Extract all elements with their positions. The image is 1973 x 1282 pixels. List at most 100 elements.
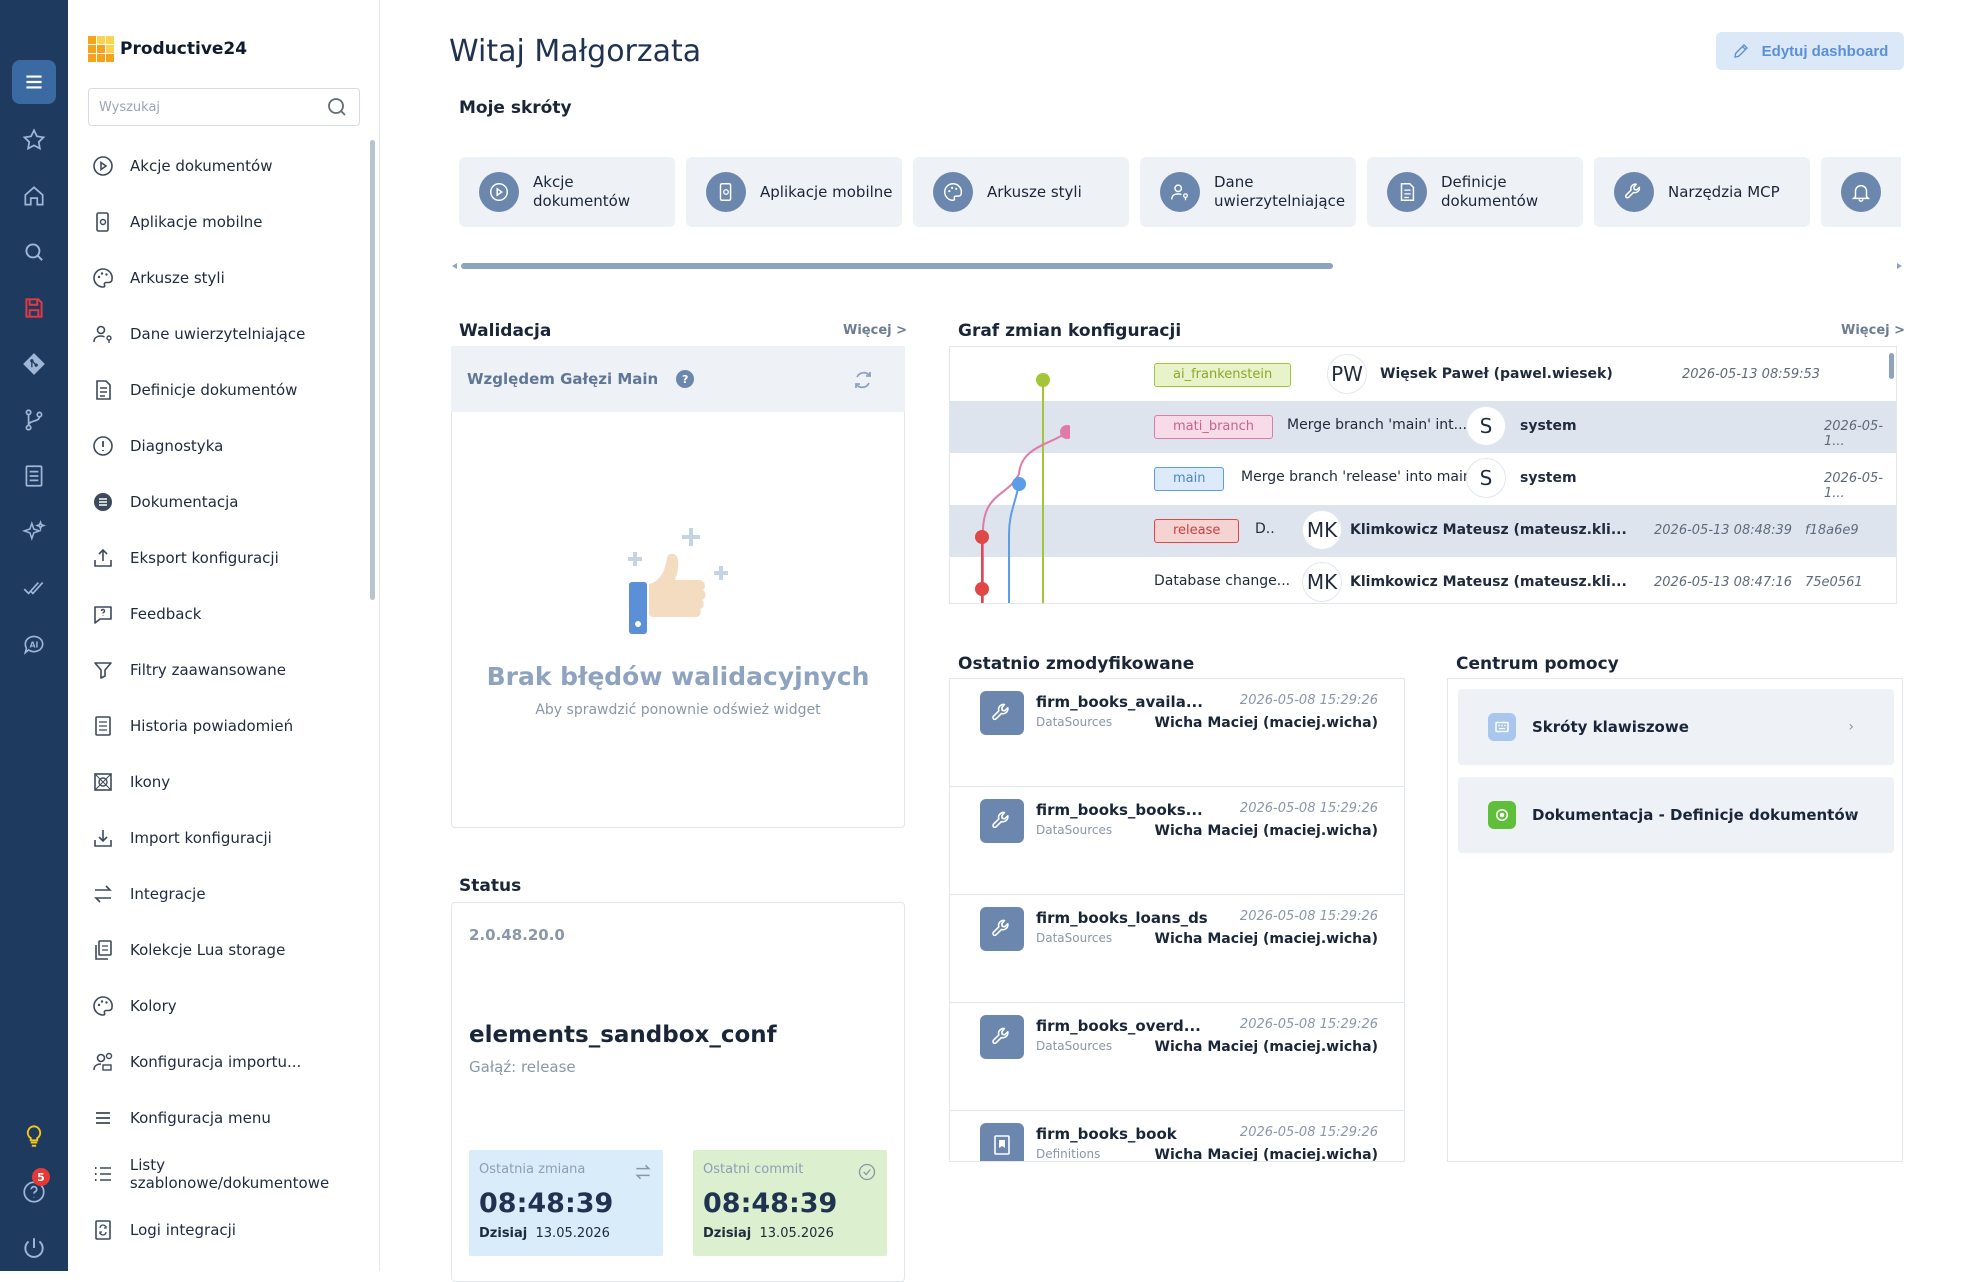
shortcut-tile[interactable]: Arkusze styli [913,157,1129,227]
branch-tag[interactable]: mati_branch [1154,415,1274,439]
menu-toggle-button[interactable] [12,60,56,104]
sidebar-item[interactable]: Definicje dokumentów [88,362,368,418]
shortcut-tile[interactable]: Aplikacje mobilne [686,157,902,227]
document-icon [90,377,116,403]
recent-item[interactable]: firm_books_book Definitions 2026-05-08 15:… [950,1111,1404,1161]
branch-tag[interactable]: ai_frankenstein [1154,363,1292,387]
sidebar-item[interactable]: Import konfiguracji [88,810,368,866]
sidebar-item[interactable]: Konfiguracja menu [88,1090,368,1146]
recent-item[interactable]: firm_books_loans_ds DataSources 2026-05-08… [950,895,1404,1003]
last-commit-tile: Ostatni commit 08:48:39 Dzisiaj 13.05.20… [693,1150,887,1256]
list-icon [90,1161,116,1187]
shortcuts-scrollbar[interactable] [451,262,1903,270]
recent-item[interactable]: firm_books_availa... DataSources 2026-05-0… [950,679,1404,787]
sidebar-item-label: Dokumentacja [130,493,239,511]
chevron-right-icon: › [1848,719,1854,735]
favorites-button[interactable] [12,118,56,162]
save-button[interactable] [12,286,56,330]
sidebar-item[interactable]: Kolory [88,978,368,1034]
commit-node[interactable] [1036,373,1050,387]
hamburger-icon [26,75,42,89]
shortcut-tile[interactable]: Dane uwierzytelniające [1140,157,1356,227]
graph-row[interactable]: ai_frankenstein PW Więsek Paweł (pawel.wie… [950,349,1896,401]
sidebar-item[interactable]: Historia powiadomień [88,698,368,754]
power-icon [24,1238,44,1258]
arrows-icon [94,885,112,903]
shortcut-tile[interactable]: Akcje dokumentów [459,157,675,227]
sidebar-item[interactable]: Dokumentacja [88,474,368,530]
recent-item-type: DataSources [1036,931,1113,945]
sidebar-item[interactable]: Dane uwierzytelniające [88,306,368,362]
mobile-app-icon [706,172,746,212]
commit-author: system [1520,418,1577,434]
search-button[interactable] [12,230,56,274]
shortcut-tile[interactable]: Narzędzia MCP [1594,157,1810,227]
recent-item[interactable]: firm_books_books... DataSources 2026-05-08… [950,787,1404,895]
validation-button[interactable] [12,566,56,610]
help-item[interactable]: Skróty klawiszowe › [1458,689,1894,765]
last-commit-date: Dzisiaj 13.05.2026 [703,1226,834,1241]
help-item[interactable]: Dokumentacja - Definicje dokumentów › [1458,777,1894,853]
graph-more-link[interactable]: Więcej > [1841,323,1905,338]
icons-icon [90,769,116,795]
sidebar-item-label: Dane uwierzytelniające [130,325,306,343]
branch-tag[interactable]: release [1154,519,1240,543]
sidebar-item[interactable]: Feedback [88,586,368,642]
sidebar-item-label: Diagnostyka [130,437,224,455]
sidebar-item[interactable]: Logi integracji [88,1202,368,1258]
branch-tag[interactable]: main [1154,467,1225,491]
sidebar-item[interactable]: Diagnostyka [88,418,368,474]
graph-scrollbar[interactable] [1889,353,1894,379]
shortcuts-title: Moje skróty [459,98,572,118]
sidebar-item[interactable]: Integracje [88,866,368,922]
sidebar-item[interactable]: Arkusze styli [88,250,368,306]
sidebar-item[interactable]: Eksport konfiguracji [88,530,368,586]
ai-sparkle-button[interactable] [12,510,56,554]
shortcut-label: Dane uwierzytelniające [1214,173,1346,210]
mobile-app-icon [719,183,732,201]
graph-row[interactable]: release D.. MK Klimkowicz Mateusz (mateusz.… [950,505,1896,557]
help-button[interactable]: 5 [12,1168,56,1214]
recent-item-type: DataSources [1036,823,1113,837]
recent-item[interactable]: firm_books_overd... DataSources 2026-05-08… [950,1003,1404,1111]
wrench-icon [980,1015,1024,1059]
refresh-icon[interactable] [851,368,875,392]
edit-dashboard-button[interactable]: Edytuj dashboard [1716,32,1904,70]
recent-item-user: Wicha Maciej (maciej.wicha) [1154,715,1378,731]
graph-row[interactable]: mati_branch Merge branch 'main' int... Ssy… [950,401,1896,453]
graph-row[interactable]: main Merge branch 'release' into main Ssys… [950,453,1896,505]
sidebar-item[interactable]: Aplikacje mobilne [88,194,368,250]
user-gear-icon [93,1052,113,1071]
sidebar-item[interactable]: Listy szablonowe/dokumentowe [88,1146,368,1202]
ai-assistant-button[interactable]: AI [12,622,56,666]
logout-button[interactable] [12,1226,56,1270]
sidebar-item[interactable]: Filtry zaawansowane [88,642,368,698]
commit-node[interactable] [1012,477,1026,491]
tips-button[interactable] [12,1114,56,1158]
home-button[interactable] [12,174,56,218]
sidebar-item-label: Ikony [130,773,171,791]
commit-node[interactable] [1060,425,1070,439]
branches-button[interactable] [12,398,56,442]
app-name: Productive24 [120,39,248,59]
sidebar-scrollbar[interactable] [370,140,375,600]
graph-row[interactable]: Database change... MK Klimkowicz Mateusz (… [950,557,1896,603]
app-logo[interactable]: Productive24 [88,36,247,62]
git-button[interactable] [12,342,56,386]
wrench-icon [980,691,1024,735]
search-icon[interactable] [325,95,349,119]
shortcuts-scroll-thumb[interactable] [461,263,1333,269]
shortcut-tile[interactable] [1821,157,1901,227]
validation-more-link[interactable]: Więcej > [843,323,907,338]
commit-hash: f18a6e9 [1805,523,1859,538]
lists-button[interactable] [12,454,56,498]
commit-node[interactable] [975,582,989,596]
search-input[interactable] [99,99,325,115]
shortcut-tile[interactable]: Definicje dokumentów [1367,157,1583,227]
sidebar-item[interactable]: Kolekcje Lua storage [88,922,368,978]
sidebar-item[interactable]: Konfiguracja importu... [88,1034,368,1090]
commit-node[interactable] [975,530,989,544]
sidebar-item[interactable]: Akcje dokumentów [88,138,368,194]
sidebar-item[interactable]: Ikony [88,754,368,810]
question-icon[interactable]: ? [676,370,695,388]
